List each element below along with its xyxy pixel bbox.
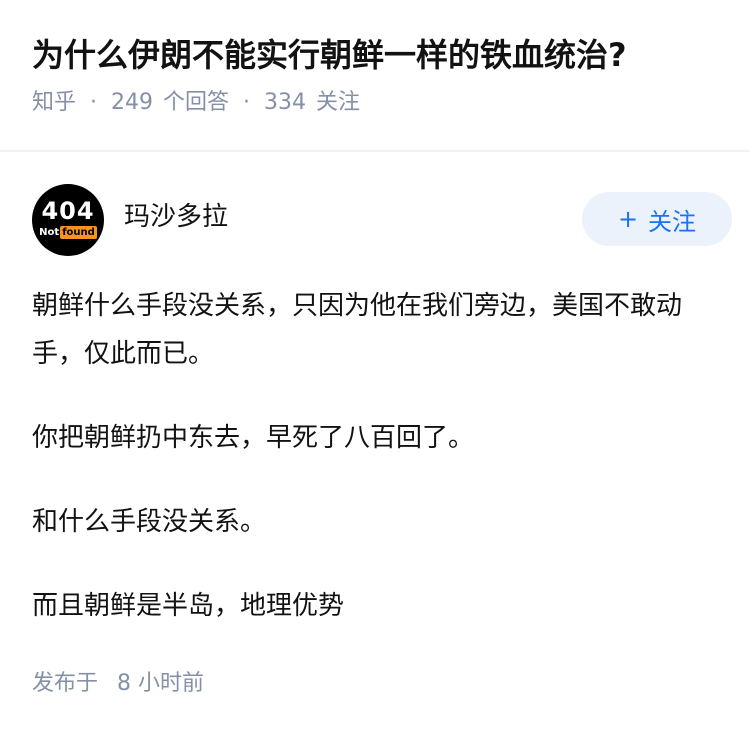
- meta-separator: ·: [243, 90, 251, 115]
- avatar-subtext: Not found: [39, 226, 97, 239]
- source-label: 知乎: [32, 90, 77, 115]
- author-row: 404 Not found 玛沙多拉 + 关注: [32, 184, 732, 256]
- answer-paragraph: 你把朝鲜扔中东去，早死了八百回了。: [32, 423, 475, 453]
- meta-separator: ·: [90, 90, 98, 115]
- avatar-code-text: 404: [41, 197, 95, 225]
- question-meta: 知乎 · 249 个回答 · 334 关注: [32, 88, 722, 118]
- answer-paragraph: 和什么手段没关系。: [32, 507, 267, 537]
- follow-button-label: 关注: [648, 207, 697, 236]
- follower-count: 334: [264, 90, 307, 115]
- avatar[interactable]: 404 Not found: [32, 184, 104, 256]
- publish-label: 发布于: [32, 671, 99, 696]
- question-title[interactable]: 为什么伊朗不能实行朝鲜一样的铁血统治?: [32, 30, 722, 80]
- answer-count: 249: [111, 90, 154, 115]
- avatar-text-found: found: [60, 226, 97, 239]
- answer-paragraph: 朝鲜什么手段没关系，只因为他在我们旁边，美国不敢动手，仅此而已。: [32, 291, 683, 369]
- publish-time-value: 8 小时前: [117, 671, 205, 696]
- plus-icon: +: [617, 205, 639, 233]
- author-name[interactable]: 玛沙多拉: [124, 200, 228, 234]
- follow-button[interactable]: + 关注: [582, 192, 732, 246]
- answer-count-label: 个回答: [163, 90, 230, 115]
- section-divider: [0, 150, 750, 152]
- publish-time: 发布于 8 小时前: [32, 668, 204, 700]
- follower-count-label: 关注: [316, 90, 361, 115]
- answer-paragraph: 而且朝鲜是半岛，地理优势: [32, 591, 345, 621]
- avatar-text-not: Not: [39, 227, 60, 238]
- answer-content: 朝鲜什么手段没关系，只因为他在我们旁边，美国不敢动手，仅此而已。 你把朝鲜扔中东…: [32, 282, 722, 630]
- question-header: 为什么伊朗不能实行朝鲜一样的铁血统治? 知乎 · 249 个回答 · 334 关…: [32, 30, 722, 118]
